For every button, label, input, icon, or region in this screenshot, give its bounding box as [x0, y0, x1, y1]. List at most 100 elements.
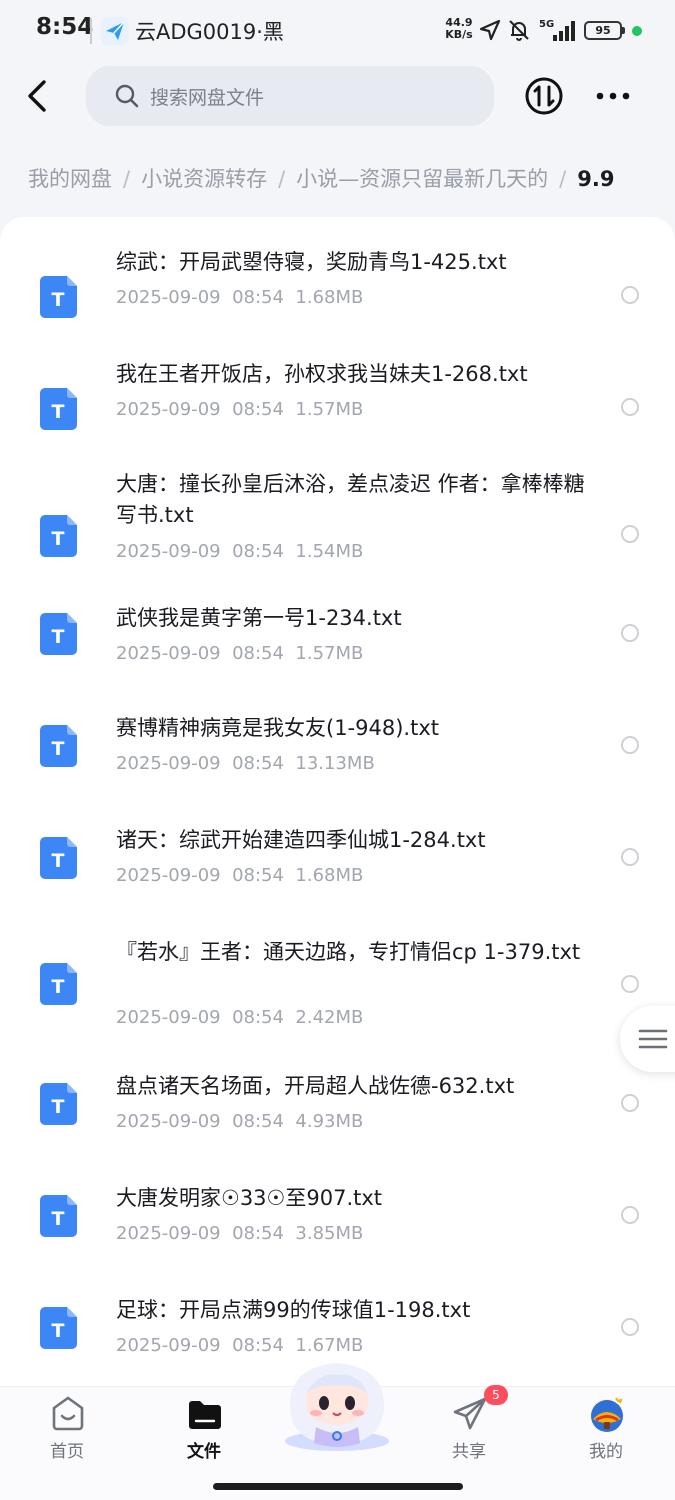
file-meta: 2025-09-09 08:54 1.57MB: [116, 643, 363, 664]
file-time: 08:54: [232, 753, 284, 774]
more-icon[interactable]: [592, 80, 634, 112]
mascot-icon[interactable]: [276, 1353, 398, 1453]
folder-icon: [189, 1401, 221, 1429]
status-dot: [632, 26, 642, 36]
select-checkbox[interactable]: [621, 525, 639, 543]
file-icon-letter: T: [52, 1096, 65, 1118]
file-meta: 2025-09-09 08:54 3.85MB: [116, 1223, 363, 1244]
breadcrumb-item-folder[interactable]: 小说资源转存: [141, 163, 267, 193]
file-date: 2025-09-09: [116, 541, 221, 562]
file-row[interactable]: T 我在王者开饭店，孙权求我当妹夫1-268.txt 2025-09-09 08…: [0, 347, 675, 447]
nav-label-profile: 我的: [589, 1442, 623, 1462]
nav-profile[interactable]: 我的: [551, 1387, 661, 1477]
file-row[interactable]: T 综武：开局武曌侍寝，奖励青鸟1-425.txt 2025-09-09 08:…: [0, 235, 675, 335]
file-icon-letter: T: [52, 738, 65, 760]
file-time: 08:54: [232, 1111, 284, 1132]
file-row[interactable]: T 大唐发明家☉33☉至907.txt 2025-09-09 08:54 3.8…: [0, 1175, 675, 1275]
nav-share[interactable]: 5 共享: [414, 1385, 524, 1477]
file-size: 1.68MB: [295, 287, 364, 308]
file-icon-letter: T: [52, 528, 65, 550]
menu-icon: [638, 1029, 668, 1049]
file-meta: 2025-09-09 08:54 1.57MB: [116, 399, 363, 420]
file-row[interactable]: T 武侠我是黄字第一号1-234.txt 2025-09-09 08:54 1.…: [0, 593, 675, 693]
file-time: 08:54: [232, 865, 284, 886]
file-size: 3.85MB: [295, 1223, 364, 1244]
file-icon-letter: T: [52, 289, 65, 311]
select-checkbox[interactable]: [621, 736, 639, 754]
text-file-icon: T: [40, 388, 77, 430]
breadcrumb-current: 9.9: [577, 167, 615, 191]
search-icon: [115, 84, 139, 108]
file-date: 2025-09-09: [116, 643, 221, 664]
file-time: 08:54: [232, 541, 284, 562]
file-list: T 综武：开局武曌侍寝，奖励青鸟1-425.txt 2025-09-09 08:…: [0, 217, 675, 1417]
select-checkbox[interactable]: [621, 624, 639, 642]
file-size: 1.54MB: [295, 541, 364, 562]
network-type: 5G: [539, 19, 554, 30]
select-checkbox[interactable]: [621, 1206, 639, 1224]
status-time: 8:54: [36, 14, 94, 40]
file-size: 1.68MB: [295, 865, 364, 886]
profile-avatar-icon: [591, 1397, 623, 1432]
select-checkbox[interactable]: [621, 975, 639, 993]
file-icon-letter: T: [52, 1320, 65, 1342]
battery-indicator: 95: [584, 21, 625, 40]
select-checkbox[interactable]: [621, 848, 639, 866]
text-file-icon: T: [40, 515, 77, 557]
file-row[interactable]: T 赛博精神病竟是我女友(1-948).txt 2025-09-09 08:54…: [0, 705, 675, 805]
file-time: 08:54: [232, 287, 284, 308]
file-meta: 2025-09-09 08:54 1.68MB: [116, 865, 363, 886]
cloud-app-icon: [101, 17, 129, 45]
file-name: 盘点诸天名场面，开局超人战佐德-632.txt: [116, 1074, 515, 1098]
select-checkbox[interactable]: [621, 1094, 639, 1112]
text-file-icon: T: [40, 837, 77, 879]
text-file-icon: T: [40, 1195, 77, 1237]
home-icon: [52, 1396, 84, 1431]
file-date: 2025-09-09: [116, 1111, 221, 1132]
screen: 8:54 云ADG0019·黑 44.9 KB/s 5G 95 搜索网盘文件 我…: [0, 0, 675, 1500]
file-row[interactable]: T 大唐：撞长孙皇后沐浴，差点凌迟 作者：拿棒棒糖写书.txt 2025-09-…: [0, 459, 675, 589]
file-time: 08:54: [232, 643, 284, 664]
back-icon[interactable]: [18, 72, 58, 120]
nav-label-home: 首页: [50, 1442, 84, 1462]
file-date: 2025-09-09: [116, 865, 221, 886]
file-date: 2025-09-09: [116, 1223, 221, 1244]
text-file-icon: T: [40, 1307, 77, 1349]
file-row[interactable]: T 『若水』王者：通天边路，专打情侣cp 1-379.txt 2025-09-0…: [0, 929, 675, 1059]
status-app-name: 云ADG0019·黑: [135, 20, 284, 44]
file-name: 大唐：撞长孙皇后沐浴，差点凌迟 作者：拿棒棒糖写书.txt: [116, 472, 585, 527]
nav-files[interactable]: 文件: [149, 1387, 259, 1477]
nav-home[interactable]: 首页: [12, 1387, 122, 1477]
share-icon: [453, 1397, 487, 1430]
breadcrumb: 我的网盘 / 小说资源转存 / 小说—资源只留最新几天的 / 9.9: [28, 163, 614, 195]
file-size: 2.42MB: [295, 1007, 364, 1028]
file-name: 赛博精神病竟是我女友(1-948).txt: [116, 716, 439, 740]
text-file-icon: T: [40, 1083, 77, 1125]
file-size: 1.57MB: [295, 643, 364, 664]
nav-label-files: 文件: [187, 1442, 221, 1462]
file-row[interactable]: T 盘点诸天名场面，开局超人战佐德-632.txt 2025-09-09 08:…: [0, 1063, 675, 1163]
breadcrumb-item-root[interactable]: 我的网盘: [28, 163, 112, 193]
file-meta: 2025-09-09 08:54 1.68MB: [116, 287, 363, 308]
file-name: 足球：开局点满99的传球值1-198.txt: [116, 1298, 471, 1322]
file-row[interactable]: T 诸天：综武开始建造四季仙城1-284.txt 2025-09-09 08:5…: [0, 817, 675, 917]
file-meta: 2025-09-09 08:54 2.42MB: [116, 1007, 363, 1028]
select-checkbox[interactable]: [621, 398, 639, 416]
file-time: 08:54: [232, 1007, 284, 1028]
text-file-icon: T: [40, 613, 77, 655]
status-divider: [90, 18, 92, 44]
select-checkbox[interactable]: [621, 1318, 639, 1336]
home-indicator: [213, 1483, 463, 1490]
search-input[interactable]: 搜索网盘文件: [86, 66, 494, 126]
nav-label-share: 共享: [452, 1442, 486, 1462]
breadcrumb-item-subfolder[interactable]: 小说—资源只留最新几天的: [296, 163, 548, 193]
file-meta: 2025-09-09 08:54 1.54MB: [116, 541, 363, 562]
breadcrumb-separator: /: [123, 167, 131, 191]
transfer-icon[interactable]: [524, 76, 564, 116]
text-file-icon: T: [40, 963, 77, 1005]
select-checkbox[interactable]: [621, 286, 639, 304]
file-icon-letter: T: [52, 850, 65, 872]
file-date: 2025-09-09: [116, 753, 221, 774]
file-date: 2025-09-09: [116, 1007, 221, 1028]
breadcrumb-separator: /: [278, 167, 286, 191]
